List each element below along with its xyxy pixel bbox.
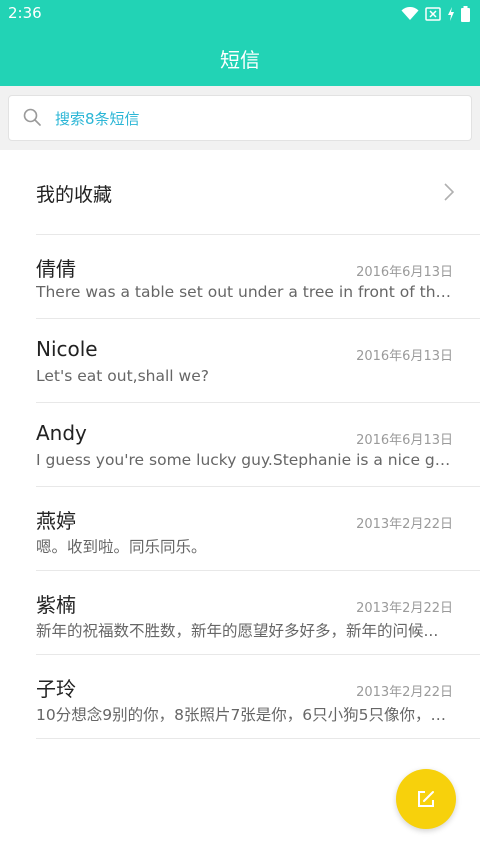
contact-name: 倩倩 xyxy=(36,257,76,281)
message-date: 2016年6月13日 xyxy=(356,433,453,448)
contact-name: Andy xyxy=(36,421,87,445)
conversation-item[interactable]: 紫楠 2013年2月22日 新年的祝福数不胜数，新年的愿望好多好多，新年的问候.… xyxy=(36,571,480,655)
message-preview: 新年的祝福数不胜数，新年的愿望好多好多，新年的问候... xyxy=(36,622,439,640)
status-time: 2:36 xyxy=(8,4,42,22)
message-preview: 10分想念9别的你，8张照片7张是你，6只小狗5只像你，4... xyxy=(36,706,454,724)
charging-icon xyxy=(448,7,454,21)
message-preview: Let's eat out,shall we? xyxy=(36,367,209,385)
message-preview: 嗯。收到啦。同乐同乐。 xyxy=(36,538,207,556)
search-icon xyxy=(23,108,41,126)
conversation-item[interactable]: Andy 2016年6月13日 I guess you're some luck… xyxy=(36,403,480,487)
message-date: 2013年2月22日 xyxy=(356,517,453,532)
conversation-item[interactable]: Nicole 2016年6月13日 Let's eat out,shall we… xyxy=(36,319,480,403)
search-area: 搜索8条短信 xyxy=(0,86,480,150)
compose-icon xyxy=(418,791,434,807)
app-bar: 短信 xyxy=(0,28,480,86)
contact-name: 子玲 xyxy=(36,677,76,701)
page-title: 短信 xyxy=(220,48,260,72)
conversation-item[interactable]: 燕婷 2013年2月22日 嗯。收到啦。同乐同乐。 xyxy=(36,487,480,571)
contact-name: Nicole xyxy=(36,337,98,361)
message-preview: I guess you're some lucky guy.Stephanie … xyxy=(36,451,454,469)
search-placeholder: 搜索8条短信 xyxy=(55,110,140,128)
sim-icon xyxy=(425,7,441,21)
compose-button[interactable] xyxy=(396,769,456,829)
message-date: 2016年6月13日 xyxy=(356,265,453,280)
message-date: 2013年2月22日 xyxy=(356,601,453,616)
conversation-item[interactable]: 子玲 2013年2月22日 10分想念9别的你，8张照片7张是你，6只小狗5只像… xyxy=(36,655,480,739)
message-date: 2013年2月22日 xyxy=(356,685,453,700)
message-preview: There was a table set out under a tree i… xyxy=(36,283,454,301)
status-bar: 2:36 xyxy=(0,0,480,28)
contact-name: 紫楠 xyxy=(36,593,76,617)
search-input[interactable]: 搜索8条短信 xyxy=(8,95,472,141)
wifi-icon xyxy=(401,7,419,20)
favorites-label: 我的收藏 xyxy=(36,184,113,206)
contact-name: 燕婷 xyxy=(36,509,76,533)
battery-icon xyxy=(461,6,470,22)
conversation-list: 我的收藏 倩倩 2016年6月13日 There was a table set… xyxy=(0,150,480,739)
conversation-item[interactable]: 倩倩 2016年6月13日 There was a table set out … xyxy=(36,235,480,319)
chevron-right-icon xyxy=(444,183,454,201)
favorites-row[interactable]: 我的收藏 xyxy=(36,150,480,235)
status-icons xyxy=(401,5,470,23)
message-date: 2016年6月13日 xyxy=(356,349,453,364)
